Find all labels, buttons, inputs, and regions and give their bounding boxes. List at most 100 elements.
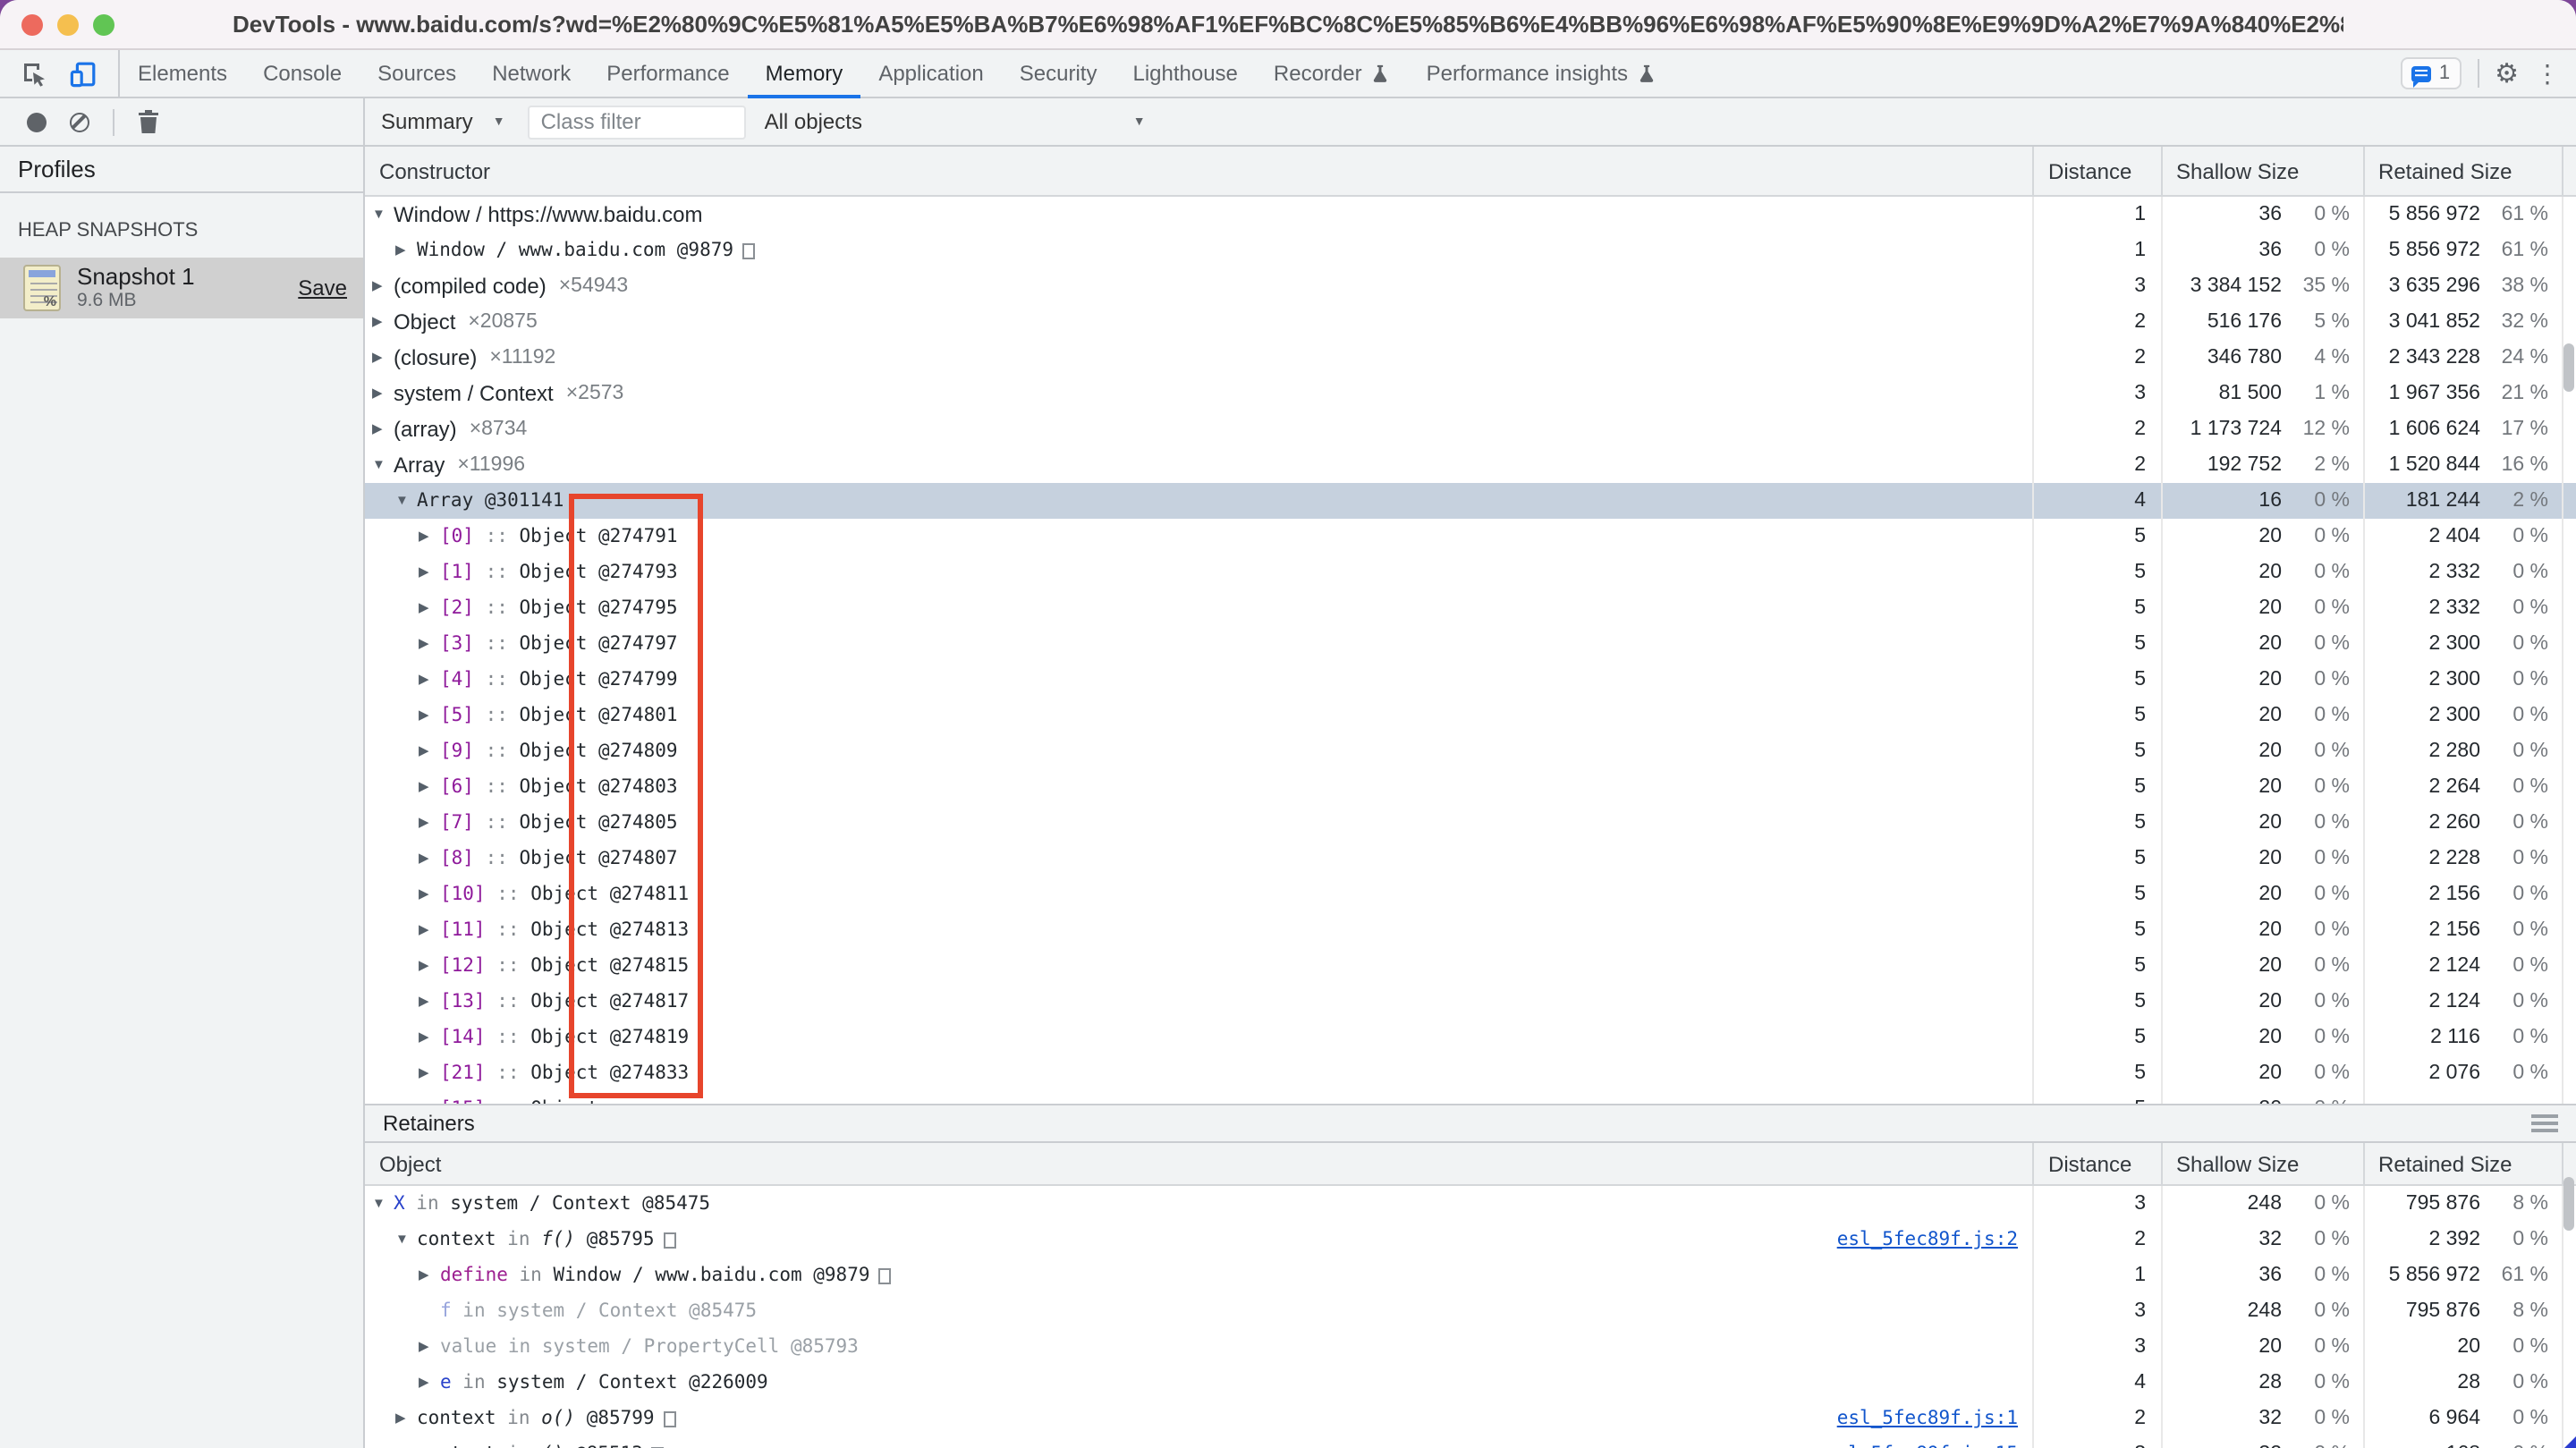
column-header-distance[interactable]: Distance — [2032, 1143, 2160, 1184]
source-link[interactable]: esl_5fec89f.js:1 — [1837, 1408, 2032, 1429]
chevron-expanded-icon[interactable]: ▼ — [395, 495, 417, 508]
save-snapshot-link[interactable]: Save — [298, 275, 347, 301]
table-row[interactable]: ▶[12] :: Object @2748155200 %2 1240 % — [365, 948, 2576, 984]
chevron-collapsed-icon[interactable]: ▶ — [395, 1412, 417, 1426]
sidebar-item-snapshot-1[interactable]: Snapshot 1 9.6 MB Save — [0, 258, 363, 318]
chevron-collapsed-icon[interactable]: ▶ — [372, 351, 394, 365]
table-row[interactable]: ▶(closure)×111922346 7804 %2 343 22824 % — [365, 340, 2576, 376]
chevron-expanded-icon[interactable]: ▼ — [372, 208, 394, 222]
tab-memory[interactable]: Memory — [748, 50, 861, 97]
tab-recorder[interactable]: Recorder — [1256, 50, 1409, 97]
chevron-collapsed-icon[interactable]: ▶ — [419, 817, 440, 830]
table-row[interactable]: ▶[5] :: Object @2748015200 %2 3000 % — [365, 698, 2576, 733]
chevron-collapsed-icon[interactable]: ▶ — [419, 888, 440, 902]
chevron-collapsed-icon[interactable]: ▶ — [395, 244, 417, 258]
retainer-row[interactable]: ▶context in () @85513esl_5fec89f.js:1533… — [365, 1436, 2576, 1448]
chevron-expanded-icon[interactable]: ▼ — [372, 459, 394, 472]
tab-security[interactable]: Security — [1002, 50, 1115, 97]
source-link[interactable]: esl_5fec89f.js:2 — [1837, 1229, 2032, 1250]
table-row[interactable]: ▼Array×119962192 7522 %1 520 84416 % — [365, 447, 2576, 483]
retainer-row[interactable]: ▶define in Window / www.baidu.com @98791… — [365, 1257, 2576, 1293]
chevron-collapsed-icon[interactable]: ▶ — [372, 316, 394, 329]
record-heap-icon[interactable] — [27, 112, 47, 131]
chevron-collapsed-icon[interactable]: ▶ — [419, 638, 440, 651]
tab-performance-insights[interactable]: Performance insights — [1409, 50, 1674, 97]
chevron-collapsed-icon[interactable]: ▶ — [372, 280, 394, 293]
table-row[interactable]: ▶[15] :: Object5200 % — [365, 1091, 2576, 1104]
objects-scope-select[interactable]: All objects ▼ — [765, 109, 1146, 134]
chevron-collapsed-icon[interactable]: ▶ — [419, 602, 440, 615]
table-row[interactable]: ▶[6] :: Object @2748035200 %2 2640 % — [365, 769, 2576, 805]
tab-console[interactable]: Console — [245, 50, 360, 97]
table-row[interactable]: ▶[2] :: Object @2747955200 %2 3320 % — [365, 590, 2576, 626]
tab-network[interactable]: Network — [474, 50, 589, 97]
retainer-row[interactable]: ▼X in system / Context @8547532480 %795 … — [365, 1186, 2576, 1222]
clear-profiles-icon[interactable] — [70, 112, 89, 131]
table-row[interactable]: ▼Array @3011414160 %181 2442 % — [365, 483, 2576, 519]
issues-badge[interactable]: 1 — [2402, 57, 2461, 89]
retainer-row[interactable]: ▶e in system / Context @2260094280 %280 … — [365, 1365, 2576, 1401]
table-row[interactable]: ▼Window / https://www.baidu.com1360 %5 8… — [365, 197, 2576, 233]
table-row[interactable]: ▶[21] :: Object @2748335200 %2 0760 % — [365, 1055, 2576, 1091]
table-row[interactable]: ▶[14] :: Object @2748195200 %2 1160 % — [365, 1020, 2576, 1055]
chevron-expanded-icon[interactable]: ▼ — [395, 1233, 417, 1247]
column-header-shallow-size[interactable]: Shallow Size — [2160, 1143, 2362, 1184]
summary-scrollbar-thumb[interactable] — [2563, 343, 2574, 392]
retainer-row[interactable]: ▶value in system / PropertyCell @8579332… — [365, 1329, 2576, 1365]
table-row[interactable]: ▶(compiled code)×5494333 384 15235 %3 63… — [365, 268, 2576, 304]
more-menu-icon[interactable]: ⋮ — [2535, 61, 2560, 86]
column-header-retained-size[interactable]: Retained Size — [2362, 1143, 2561, 1184]
perspective-select[interactable]: Summary — [381, 109, 473, 134]
column-header-shallow-size[interactable]: Shallow Size — [2160, 147, 2362, 195]
chevron-collapsed-icon[interactable]: ▶ — [419, 745, 440, 758]
table-row[interactable]: ▶[13] :: Object @2748175200 %2 1240 % — [365, 984, 2576, 1020]
retainers-scrollbar-thumb[interactable] — [2563, 1177, 2574, 1231]
chevron-collapsed-icon[interactable]: ▶ — [419, 852, 440, 866]
tab-performance[interactable]: Performance — [589, 50, 747, 97]
table-row[interactable]: ▶Window / www.baidu.com @98791360 %5 856… — [365, 233, 2576, 268]
table-row[interactable]: ▶[8] :: Object @2748075200 %2 2280 % — [365, 841, 2576, 876]
tab-elements[interactable]: Elements — [120, 50, 245, 97]
table-row[interactable]: ▶[7] :: Object @2748055200 %2 2600 % — [365, 805, 2576, 841]
table-row[interactable]: ▶[10] :: Object @2748115200 %2 1560 % — [365, 876, 2576, 912]
table-row[interactable]: ▶[3] :: Object @2747975200 %2 3000 % — [365, 626, 2576, 662]
chevron-collapsed-icon[interactable]: ▶ — [419, 1269, 440, 1283]
table-row[interactable]: ▶[9] :: Object @2748095200 %2 2800 % — [365, 733, 2576, 769]
chevron-collapsed-icon[interactable]: ▶ — [419, 566, 440, 580]
drag-handle-icon[interactable] — [2531, 1115, 2558, 1132]
chevron-collapsed-icon[interactable]: ▶ — [419, 1103, 440, 1105]
chevron-collapsed-icon[interactable]: ▶ — [419, 673, 440, 687]
inspect-element-icon[interactable] — [21, 60, 48, 87]
chevron-collapsed-icon[interactable]: ▶ — [419, 924, 440, 937]
chevron-collapsed-icon[interactable]: ▶ — [419, 960, 440, 973]
chevron-collapsed-icon[interactable]: ▶ — [419, 781, 440, 794]
chevron-collapsed-icon[interactable]: ▶ — [419, 1067, 440, 1080]
chevron-collapsed-icon[interactable]: ▶ — [419, 1376, 440, 1390]
column-header-distance[interactable]: Distance — [2032, 147, 2160, 195]
tab-sources[interactable]: Sources — [360, 50, 474, 97]
table-row[interactable]: ▶(array)×873421 173 72412 %1 606 62417 % — [365, 411, 2576, 447]
table-row[interactable]: ▶[1] :: Object @2747935200 %2 3320 % — [365, 555, 2576, 590]
chevron-collapsed-icon[interactable]: ▶ — [419, 1031, 440, 1045]
delete-profile-icon[interactable] — [138, 109, 159, 134]
device-toolbar-icon[interactable] — [70, 60, 97, 87]
chevron-collapsed-icon[interactable]: ▶ — [372, 387, 394, 401]
column-header-constructor[interactable]: Constructor — [365, 147, 2032, 195]
minimize-window-button[interactable] — [57, 14, 79, 36]
column-header-retained-size[interactable]: Retained Size — [2362, 147, 2561, 195]
close-window-button[interactable] — [21, 14, 43, 36]
chevron-collapsed-icon[interactable]: ▶ — [419, 1341, 440, 1354]
settings-gear-icon[interactable]: ⚙ — [2495, 60, 2519, 87]
zoom-window-button[interactable] — [93, 14, 114, 36]
table-row[interactable]: ▶[4] :: Object @2747995200 %2 3000 % — [365, 662, 2576, 698]
column-header-object[interactable]: Object — [365, 1143, 2032, 1184]
chevron-collapsed-icon[interactable]: ▶ — [419, 995, 440, 1009]
chevron-collapsed-icon[interactable]: ▶ — [419, 530, 440, 544]
tab-lighthouse[interactable]: Lighthouse — [1114, 50, 1255, 97]
retainer-row[interactable]: ▶context in o() @85799esl_5fec89f.js:123… — [365, 1401, 2576, 1436]
chevron-expanded-icon[interactable]: ▼ — [372, 1198, 394, 1211]
table-row[interactable]: ▶[0] :: Object @2747915200 %2 4040 % — [365, 519, 2576, 555]
tab-application[interactable]: Application — [860, 50, 1001, 97]
retainer-row[interactable]: ▼context in f() @85795esl_5fec89f.js:223… — [365, 1222, 2576, 1257]
chevron-collapsed-icon[interactable]: ▶ — [372, 423, 394, 436]
